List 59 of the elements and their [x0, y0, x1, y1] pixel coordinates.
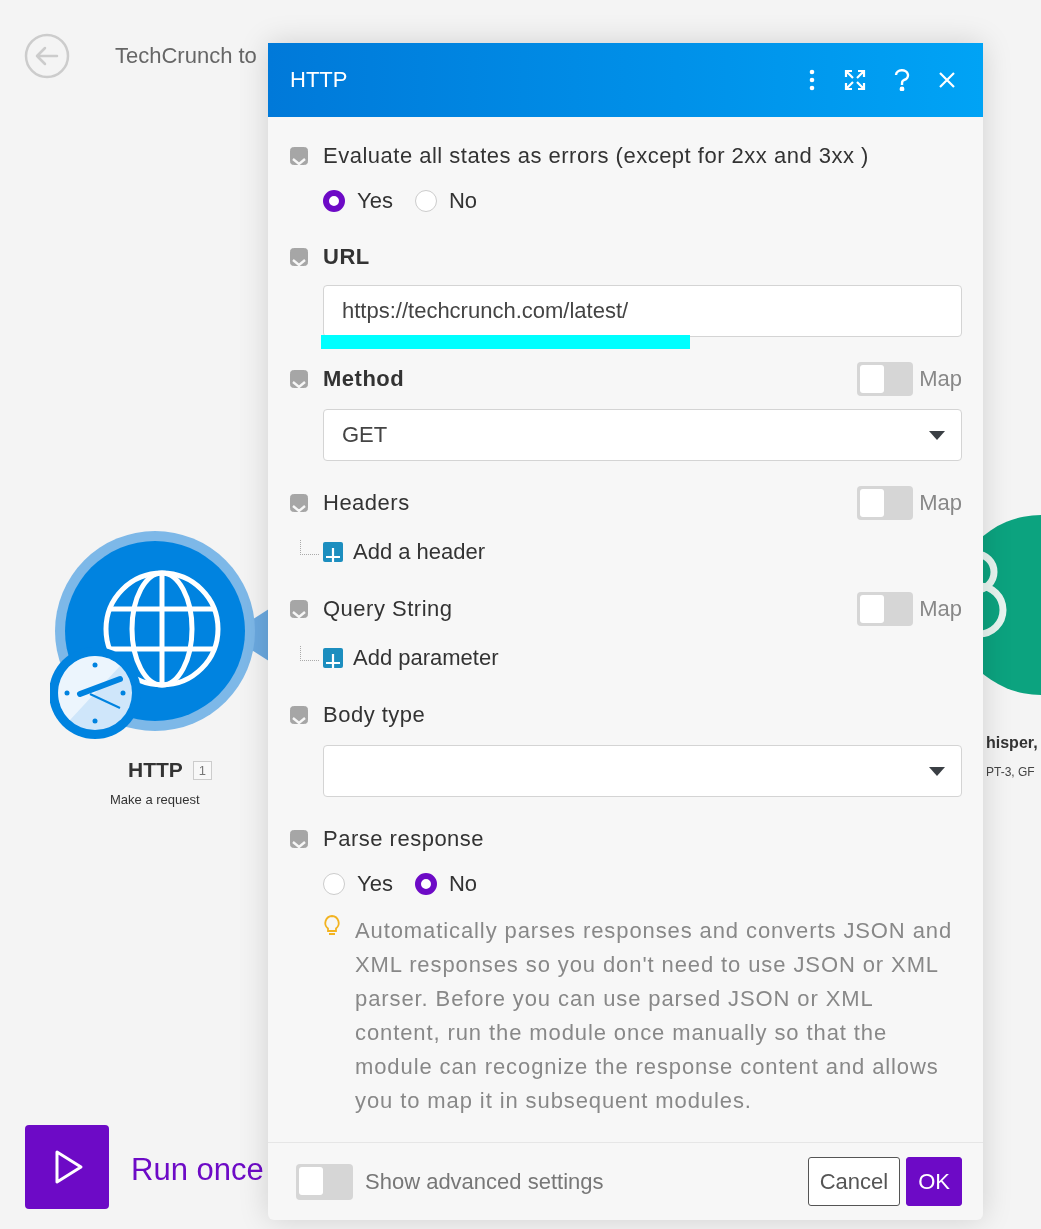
more-icon[interactable]: [808, 69, 816, 91]
map-label: Map: [919, 596, 962, 622]
module-subtitle: Make a request: [110, 792, 200, 807]
hint-text: Automatically parses responses and converts JSON and XML responses so you don't need to use JSON or XML parser. Before you can use parsed JSON or XML content, run the module once manually so that the module can recognize the response content and allows you to map it in subsequent modules.: [355, 917, 954, 1115]
ok-button[interactable]: OK: [906, 1157, 962, 1206]
radio-button[interactable]: [323, 190, 345, 212]
select-field[interactable]: GET: [323, 409, 962, 461]
option-label: No: [448, 871, 477, 897]
help-icon[interactable]: [894, 69, 910, 91]
field-label: Query String: [323, 596, 453, 622]
field-label: Headers: [323, 490, 410, 516]
advanced-toggle[interactable]: [296, 1163, 353, 1200]
map-toggle[interactable]: [857, 592, 914, 626]
module-number: 1: [192, 760, 213, 780]
scenario-title: TechCrunch to: [115, 43, 257, 69]
radio-button[interactable]: [414, 873, 437, 895]
close-icon[interactable]: [938, 71, 956, 89]
field-label: Evaluate all states as errors (except for 2xx and 3xx ): [323, 143, 869, 169]
field-checkbox[interactable]: [290, 147, 308, 165]
field-label: Parse response: [323, 826, 485, 852]
run-button[interactable]: [25, 1125, 109, 1209]
advanced-settings-label: Show advanced settings: [365, 1168, 604, 1195]
radio-option[interactable]: Yes: [323, 871, 393, 897]
module-name: hisper,: [986, 734, 1038, 752]
module-subtitle: PT-3, GF: [986, 765, 1035, 779]
option-label: Yes: [357, 871, 393, 897]
run-once-label[interactable]: Run once: [131, 1152, 264, 1188]
field-checkbox[interactable]: [290, 706, 308, 724]
field-label: URL: [323, 244, 370, 270]
add-item-link[interactable]: Add parameter: [353, 645, 499, 671]
expand-icon[interactable]: [844, 69, 866, 91]
module-name: HTTP: [128, 758, 183, 782]
caret-icon: [929, 430, 945, 440]
field-checkbox[interactable]: [290, 370, 308, 388]
radio-option[interactable]: No: [414, 188, 477, 214]
map-label: Map: [919, 366, 962, 392]
add-icon[interactable]: [323, 542, 343, 562]
map-toggle[interactable]: [857, 362, 914, 396]
back-icon[interactable]: [24, 33, 70, 79]
add-icon[interactable]: [323, 648, 343, 668]
dialog-title: HTTP: [290, 67, 348, 93]
field-checkbox[interactable]: [290, 248, 308, 266]
caret-icon: [929, 766, 945, 776]
option-label: No: [448, 188, 477, 214]
field-label: Method: [323, 366, 405, 392]
field-checkbox[interactable]: [290, 494, 308, 512]
lightbulb-icon: [323, 914, 341, 938]
map-label: Map: [919, 490, 962, 516]
url-field[interactable]: https://techcrunch.com/latest/: [323, 285, 962, 337]
add-item-link[interactable]: Add a header: [353, 539, 486, 565]
radio-option[interactable]: Yes: [323, 188, 393, 214]
cancel-button[interactable]: Cancel: [807, 1157, 901, 1206]
field-checkbox[interactable]: [290, 600, 308, 618]
option-label: Yes: [357, 188, 393, 214]
select-field[interactable]: [323, 745, 962, 797]
map-toggle[interactable]: [857, 486, 914, 520]
radio-option[interactable]: No: [414, 871, 477, 897]
field-checkbox[interactable]: [290, 830, 308, 848]
field-label: Body type: [323, 702, 426, 728]
